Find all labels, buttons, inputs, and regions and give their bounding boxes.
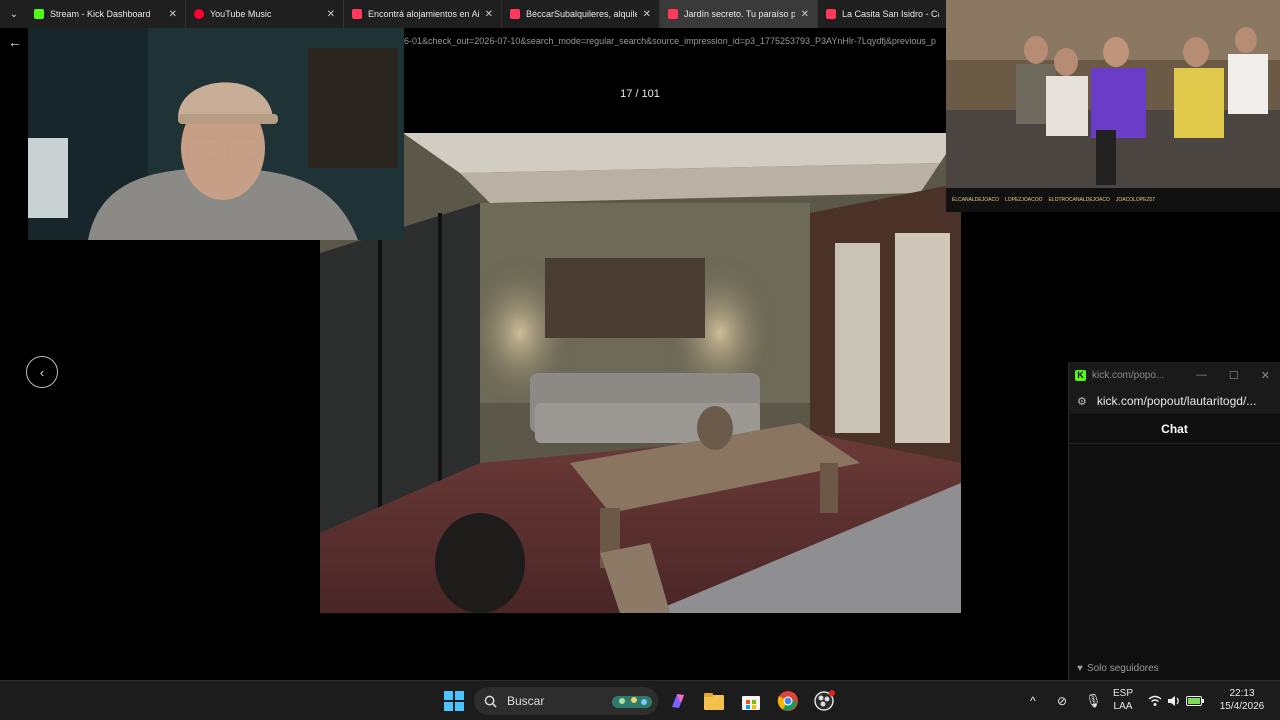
webcam-overlay — [28, 28, 404, 240]
living-room-photo-illustration — [320, 133, 961, 613]
windows-taskbar: Buscar ^ ⊘ 🎙 ESP LAA 22:13 15/4/2026 — [0, 680, 1280, 720]
system-clock[interactable]: 22:13 15/4/2026 — [1212, 687, 1272, 713]
previous-photo-button[interactable]: ‹ — [26, 356, 58, 388]
input-language-indicator[interactable]: ESP LAA — [1110, 687, 1136, 713]
youtube-music-favicon-icon — [194, 9, 204, 19]
gallery-counter: 17 / 101 — [620, 88, 660, 100]
stream-channel-names: ELCANALDEJOACO LOPEZJOACOO ELOTROCANALDE… — [946, 188, 1280, 212]
followers-only-label: Solo seguidores — [1086, 663, 1159, 674]
close-tab-icon[interactable]: ✕ — [485, 9, 493, 20]
search-highlight-icon — [612, 696, 652, 708]
bell-off-icon: ⊘ — [1057, 694, 1068, 708]
file-explorer-icon[interactable] — [702, 689, 726, 713]
maximize-icon[interactable]: ☐ — [1229, 369, 1239, 382]
microsoft-store-icon[interactable] — [739, 689, 763, 713]
chrome-icon[interactable] — [776, 689, 800, 713]
clock-date: 15/4/2026 — [1219, 701, 1265, 712]
tab-la-casita[interactable]: La Casita San Isidro - Casas en — [818, 0, 948, 28]
airbnb-favicon-icon — [510, 9, 520, 19]
tab-title: BéccarSubalquileres, alquileres — [526, 9, 637, 19]
search-icon — [484, 695, 497, 708]
group-on-couch-illustration — [946, 0, 1280, 188]
search-label: Buscar — [507, 694, 545, 708]
kick-favicon-icon — [34, 9, 44, 19]
tab-jardin-secreto[interactable]: Jardín secreto. Tu paraíso priva ✕ — [660, 0, 818, 28]
popout-url-bar[interactable]: ⚙ kick.com/popout/lautaritogd/... — [1069, 388, 1280, 414]
followers-only-notice: ♥ Solo seguidores — [1077, 663, 1159, 674]
obs-icon[interactable] — [812, 689, 836, 713]
close-tab-icon[interactable]: ✕ — [801, 9, 809, 20]
battery-icon[interactable] — [1186, 681, 1204, 720]
tab-title: Stream - Kick Dashboard — [50, 9, 151, 19]
clock-time: 22:13 — [1229, 688, 1255, 699]
tab-beccar-subalquileres[interactable]: BéccarSubalquileres, alquileres ✕ — [502, 0, 660, 28]
channel-name: JOACOLOPEZ07 — [1115, 197, 1156, 203]
close-tab-icon[interactable]: ✕ — [327, 9, 335, 20]
taskbar-search-box[interactable]: Buscar — [474, 687, 658, 715]
screen: ⌄ Stream - Kick Dashboard ✕ YouTube Musi… — [0, 0, 1280, 720]
listing-photo — [320, 133, 961, 613]
tab-search-dropdown-icon[interactable]: ⌄ — [2, 3, 26, 25]
volume-icon[interactable] — [1167, 681, 1181, 720]
channel-name: ELCANALDEJOACO — [952, 197, 999, 203]
kick-logo-icon: K — [1075, 369, 1086, 381]
stream-video-overlay: ELCANALDEJOACO LOPEZJOACOO ELOTROCANALDE… — [946, 0, 1280, 212]
microphone-icon[interactable]: 🎙 — [1085, 681, 1102, 720]
tab-airbnb-search[interactable]: Encontrá alojamientos en Airbnb ✕ — [344, 0, 502, 28]
minimize-icon[interactable]: — — [1196, 369, 1207, 382]
windows-start-icon[interactable] — [442, 689, 466, 713]
close-tab-icon[interactable]: ✕ — [643, 9, 651, 20]
site-settings-icon[interactable]: ⚙ — [1077, 395, 1087, 408]
close-icon[interactable]: ✕ — [1261, 369, 1270, 382]
chevron-up-icon[interactable]: ^ — [1030, 694, 1036, 708]
popout-title: kick.com/popo... — [1092, 369, 1165, 381]
airbnb-favicon-icon — [352, 9, 362, 19]
url-fragment[interactable]: 6-01&check_out=2026-07-10&search_mode=re… — [404, 36, 944, 46]
popout-url: kick.com/popout/lautaritogd/... — [1096, 394, 1257, 408]
chevron-left-icon: ‹ — [39, 364, 45, 380]
layout-code: LAA — [1113, 701, 1133, 712]
chat-header: Chat — [1069, 414, 1280, 444]
popout-titlebar: K kick.com/popo... — ☐ ✕ — [1069, 362, 1280, 388]
airbnb-favicon-icon — [668, 9, 678, 19]
tab-title: Encontrá alojamientos en Airbnb — [368, 9, 479, 19]
back-arrow-icon[interactable]: ← — [8, 34, 22, 50]
heart-icon: ♥ — [1077, 663, 1083, 674]
kick-chat-popout-window: K kick.com/popo... — ☐ ✕ ⚙ kick.com/popo… — [1068, 362, 1280, 680]
show-hidden-icons[interactable]: ^ — [1030, 681, 1036, 720]
notification-off-icon[interactable]: ⊘ — [1057, 681, 1067, 720]
language-code: ESP — [1112, 688, 1133, 699]
copilot-icon[interactable] — [666, 689, 690, 713]
mic-icon: 🎙 — [1085, 693, 1102, 708]
channel-name: LOPEZJOACOO — [1004, 197, 1043, 203]
tab-kick-dashboard[interactable]: Stream - Kick Dashboard ✕ — [26, 0, 186, 28]
tab-title: La Casita San Isidro - Casas en — [842, 9, 939, 19]
close-tab-icon[interactable]: ✕ — [169, 9, 177, 20]
wifi-icon[interactable] — [1148, 681, 1162, 720]
tab-youtube-music[interactable]: YouTube Music ✕ — [186, 0, 344, 28]
tab-title: Jardín secreto. Tu paraíso priva — [684, 9, 795, 19]
streamer-webcam-illustration — [28, 28, 404, 240]
airbnb-favicon-icon — [826, 9, 836, 19]
tab-title: YouTube Music — [210, 9, 272, 19]
channel-name: ELOTROCANALDEJOACO — [1048, 197, 1110, 203]
